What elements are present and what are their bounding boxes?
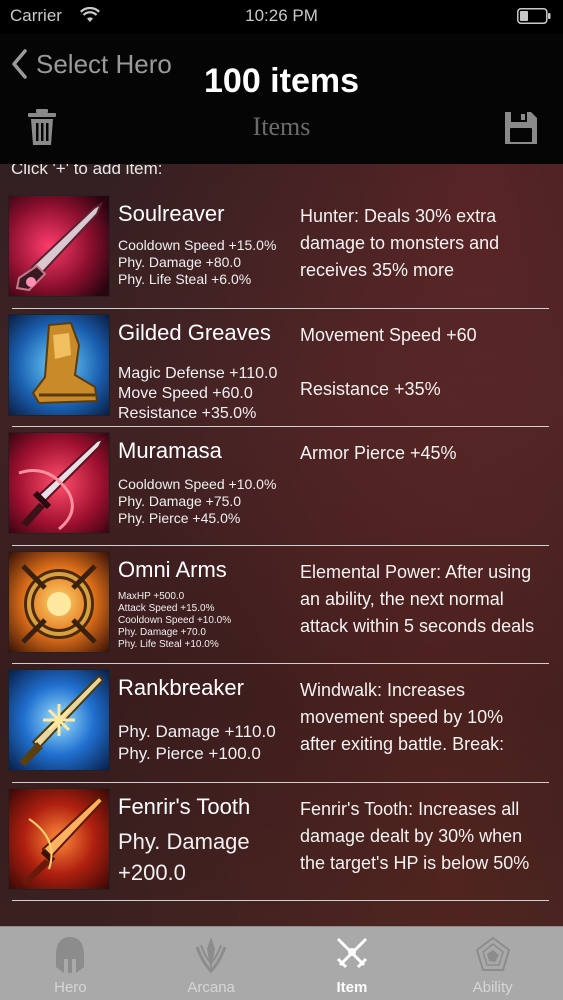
item-stat: MaxHP +500.0 — [118, 590, 185, 602]
battery-icon — [517, 8, 551, 24]
save-icon[interactable] — [503, 110, 539, 146]
item-stat: Phy. Life Steal +10.0% — [118, 638, 219, 650]
soulreaver-thumbnail — [8, 195, 110, 297]
list-item[interactable]: Fenrir's Tooth Phy. Damage +200.0 Fenrir… — [8, 783, 549, 901]
page-title: Items — [252, 112, 311, 141]
item-description-text: Armor Pierce +45% — [300, 443, 457, 463]
item-description: Elemental Power: After using an ability,… — [300, 559, 540, 643]
pentagon-chart-icon — [475, 936, 510, 971]
item-stats: Magic Defense +110.0 Move Speed +60.0 Re… — [118, 364, 298, 424]
helmet-icon — [56, 937, 85, 973]
omni-arms-icon — [9, 551, 109, 652]
fenrirs-tooth-icon — [9, 788, 109, 889]
tab-label: Arcana — [187, 979, 235, 996]
item-description-text: Hunter: Deals 30% extra damage to monste… — [300, 206, 500, 280]
item-name: Gilded Greaves — [118, 319, 271, 345]
arcana-emblem-icon — [195, 937, 227, 974]
item-name: Omni Arms — [118, 556, 227, 582]
omni-arms-thumbnail — [8, 550, 110, 653]
item-stat: Phy. Damage +80.0 — [118, 254, 242, 270]
item-stat: Phy. Damage +75.0 — [118, 493, 242, 509]
item-stats: Phy. Damage +200.0 — [118, 826, 298, 888]
item-stat: Phy. Damage +70.0 — [118, 626, 206, 638]
item-stat: +200.0 — [118, 859, 186, 885]
muramasa-thumbnail — [8, 432, 110, 534]
item-description-text: Fenrir's Tooth: Increases all damage dea… — [300, 798, 530, 873]
item-stat: Phy. Life Steal +6.0% — [118, 271, 252, 287]
tab-item[interactable]: Item — [282, 927, 423, 1000]
item-stat: Resistance +35.0% — [118, 404, 257, 422]
item-stat: Phy. Pierce +45.0% — [118, 510, 241, 526]
list-item[interactable]: Omni Arms MaxHP +500.0 Attack Speed +15.… — [8, 546, 549, 664]
item-list: Soulreaver Cooldown Speed +15.0% Phy. Da… — [0, 190, 563, 901]
gilded-greaves-icon — [9, 314, 109, 415]
item-stat: Phy. Pierce +100.0 — [118, 744, 261, 763]
fenrirs-tooth-thumbnail — [8, 787, 110, 890]
item-description: Fenrir's Tooth: Increases all damage dea… — [300, 796, 540, 880]
item-stats: Cooldown Speed +10.0% Phy. Damage +75.0 … — [118, 476, 298, 527]
crossed-swords-icon — [336, 937, 367, 969]
item-stat: Cooldown Speed +10.0% — [118, 614, 232, 626]
item-description: Windwalk: Increases movement speed by 10… — [300, 677, 540, 761]
tab-hero[interactable]: Hero — [0, 927, 141, 1000]
item-stat: Attack Speed +15.0% — [118, 602, 215, 614]
item-description: Movement Speed +60 Resistance +35% — [300, 322, 540, 406]
tab-arcana[interactable]: Arcana — [141, 927, 282, 1000]
item-stats: Cooldown Speed +15.0% Phy. Damage +80.0 … — [118, 237, 298, 288]
soulreaver-icon — [9, 196, 109, 296]
navigation-bar: Select Hero 100 items Items — [0, 34, 563, 164]
tab-bar: Hero Arcana Item Ability — [0, 926, 563, 1000]
item-stat: Move Speed +60.0 — [118, 384, 253, 402]
list-item[interactable]: Gilded Greaves Magic Defense +110.0 Move… — [8, 309, 549, 427]
tab-label: Ability — [472, 979, 513, 996]
item-name: Muramasa — [118, 438, 222, 463]
status-bar: Carrier 10:26 PM — [0, 0, 563, 34]
item-stat: Cooldown Speed +10.0% — [118, 476, 277, 492]
item-name: Rankbreaker — [118, 675, 244, 700]
list-item[interactable]: Soulreaver Cooldown Speed +15.0% Phy. Da… — [8, 190, 549, 309]
item-description: Hunter: Deals 30% extra damage to monste… — [300, 203, 540, 287]
gilded-greaves-thumbnail — [8, 313, 110, 416]
rankbreaker-icon — [9, 670, 109, 770]
item-description-text: Windwalk: Increases movement speed by 10… — [300, 680, 505, 754]
list-item[interactable]: Rankbreaker Phy. Damage +110.0 Phy. Pier… — [8, 664, 549, 783]
muramasa-icon — [9, 433, 109, 533]
item-name: Soulreaver — [118, 201, 225, 226]
item-description-text: Elemental Power: After using an ability,… — [300, 561, 535, 636]
item-stat: Cooldown Speed +15.0% — [118, 237, 277, 253]
item-stat: Phy. Damage — [118, 828, 250, 854]
item-name: Fenrir's Tooth — [118, 793, 251, 819]
item-description: Armor Pierce +45% — [300, 440, 540, 524]
item-stats: MaxHP +500.0 Attack Speed +15.0% Cooldow… — [118, 591, 298, 651]
tab-label: Hero — [54, 979, 87, 996]
item-stats: Phy. Damage +110.0 Phy. Pierce +100.0 — [118, 721, 298, 765]
item-description-text: Resistance +35% — [300, 378, 441, 399]
item-description-text: Movement Speed +60 — [300, 324, 477, 345]
tab-ability[interactable]: Ability — [422, 927, 563, 1000]
tab-label: Item — [336, 979, 368, 996]
list-item[interactable]: Muramasa Cooldown Speed +10.0% Phy. Dama… — [8, 427, 549, 546]
item-stat: Phy. Damage +110.0 — [118, 722, 276, 741]
items-count-banner: 100 items — [204, 62, 359, 100]
item-stat: Magic Defense +110.0 — [118, 364, 278, 382]
clock: 10:26 PM — [245, 6, 318, 25]
rankbreaker-thumbnail — [8, 669, 110, 771]
